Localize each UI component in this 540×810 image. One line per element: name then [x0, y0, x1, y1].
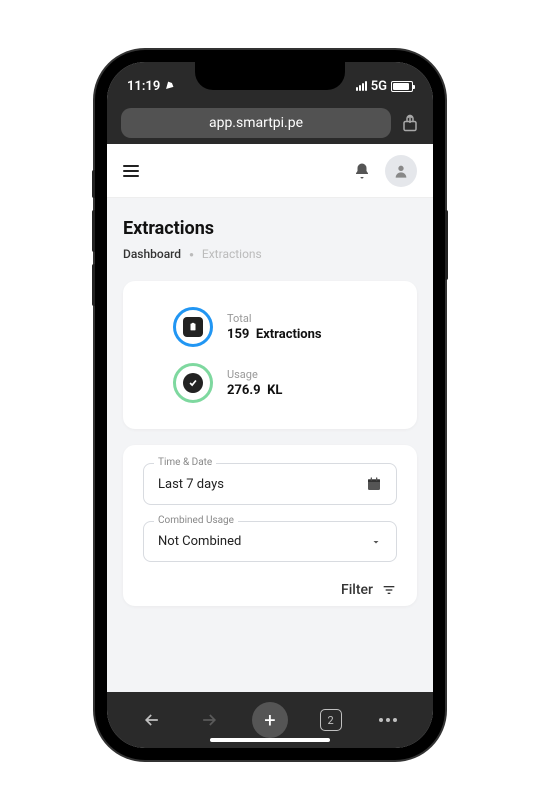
notifications-icon[interactable]: [353, 162, 371, 180]
network-label: 5G: [371, 79, 387, 94]
time-date-value: Last 7 days: [158, 477, 224, 492]
breadcrumb-root[interactable]: Dashboard: [123, 247, 181, 261]
filter-button[interactable]: Filter: [143, 578, 397, 598]
battery-icon: [391, 81, 413, 92]
url-bar[interactable]: app.smartpi.pe: [121, 108, 391, 138]
stat-usage: Usage 276.9 KL: [143, 355, 397, 411]
stat-total-label: Total: [227, 312, 322, 325]
phone-side-button-right: [445, 210, 448, 280]
filter-icon: [381, 582, 397, 598]
status-time: 11:19: [127, 79, 160, 94]
new-tab-button[interactable]: +: [252, 702, 288, 738]
time-date-label: Time & Date: [154, 457, 216, 468]
clipboard-icon: [183, 317, 203, 337]
stats-card: Total 159 Extractions Usage: [123, 281, 417, 429]
more-button[interactable]: [373, 718, 403, 722]
stat-usage-unit: KL: [267, 383, 282, 398]
check-circle-icon: [183, 373, 203, 393]
stat-usage-value: 276.9: [227, 383, 261, 398]
user-icon: [393, 163, 409, 179]
browser-bar: app.smartpi.pe: [107, 102, 433, 144]
menu-button[interactable]: [123, 165, 139, 177]
combined-usage-label: Combined Usage: [154, 515, 238, 526]
forward-button[interactable]: [194, 710, 224, 730]
breadcrumb: Dashboard ● Extractions: [123, 247, 417, 261]
page-title: Extractions: [123, 218, 417, 239]
avatar[interactable]: [385, 155, 417, 187]
app-header: [107, 144, 433, 198]
share-icon[interactable]: [401, 114, 419, 132]
signal-icon: [356, 81, 367, 91]
time-date-field[interactable]: Time & Date Last 7 days: [143, 463, 397, 505]
tabs-button[interactable]: 2: [316, 709, 346, 731]
breadcrumb-current: Extractions: [202, 247, 262, 261]
stat-total-value: 159: [227, 327, 249, 342]
stat-usage-label: Usage: [227, 368, 282, 381]
stat-total: Total 159 Extractions: [143, 299, 397, 355]
page-content: Extractions Dashboard ● Extractions Tota…: [107, 198, 433, 642]
phone-side-buttons-left: [92, 170, 95, 318]
url-text: app.smartpi.pe: [209, 115, 303, 131]
chevron-down-icon: [370, 536, 382, 548]
combined-usage-value: Not Combined: [158, 534, 241, 549]
phone-notch: [195, 62, 345, 90]
total-icon-ring: [173, 307, 213, 347]
filter-label: Filter: [341, 582, 373, 598]
filters-card: Time & Date Last 7 days Combined Usage N…: [123, 445, 417, 606]
usage-icon-ring: [173, 363, 213, 403]
combined-usage-field[interactable]: Combined Usage Not Combined: [143, 521, 397, 562]
stat-total-unit: Extractions: [256, 327, 322, 342]
location-icon: [164, 81, 174, 91]
calendar-icon: [366, 476, 382, 492]
tab-count: 2: [320, 709, 342, 731]
phone-frame: 11:19 5G app.smartpi.pe: [95, 50, 445, 760]
back-button[interactable]: [137, 710, 167, 730]
home-indicator[interactable]: [210, 738, 330, 742]
breadcrumb-separator: ●: [189, 250, 194, 259]
